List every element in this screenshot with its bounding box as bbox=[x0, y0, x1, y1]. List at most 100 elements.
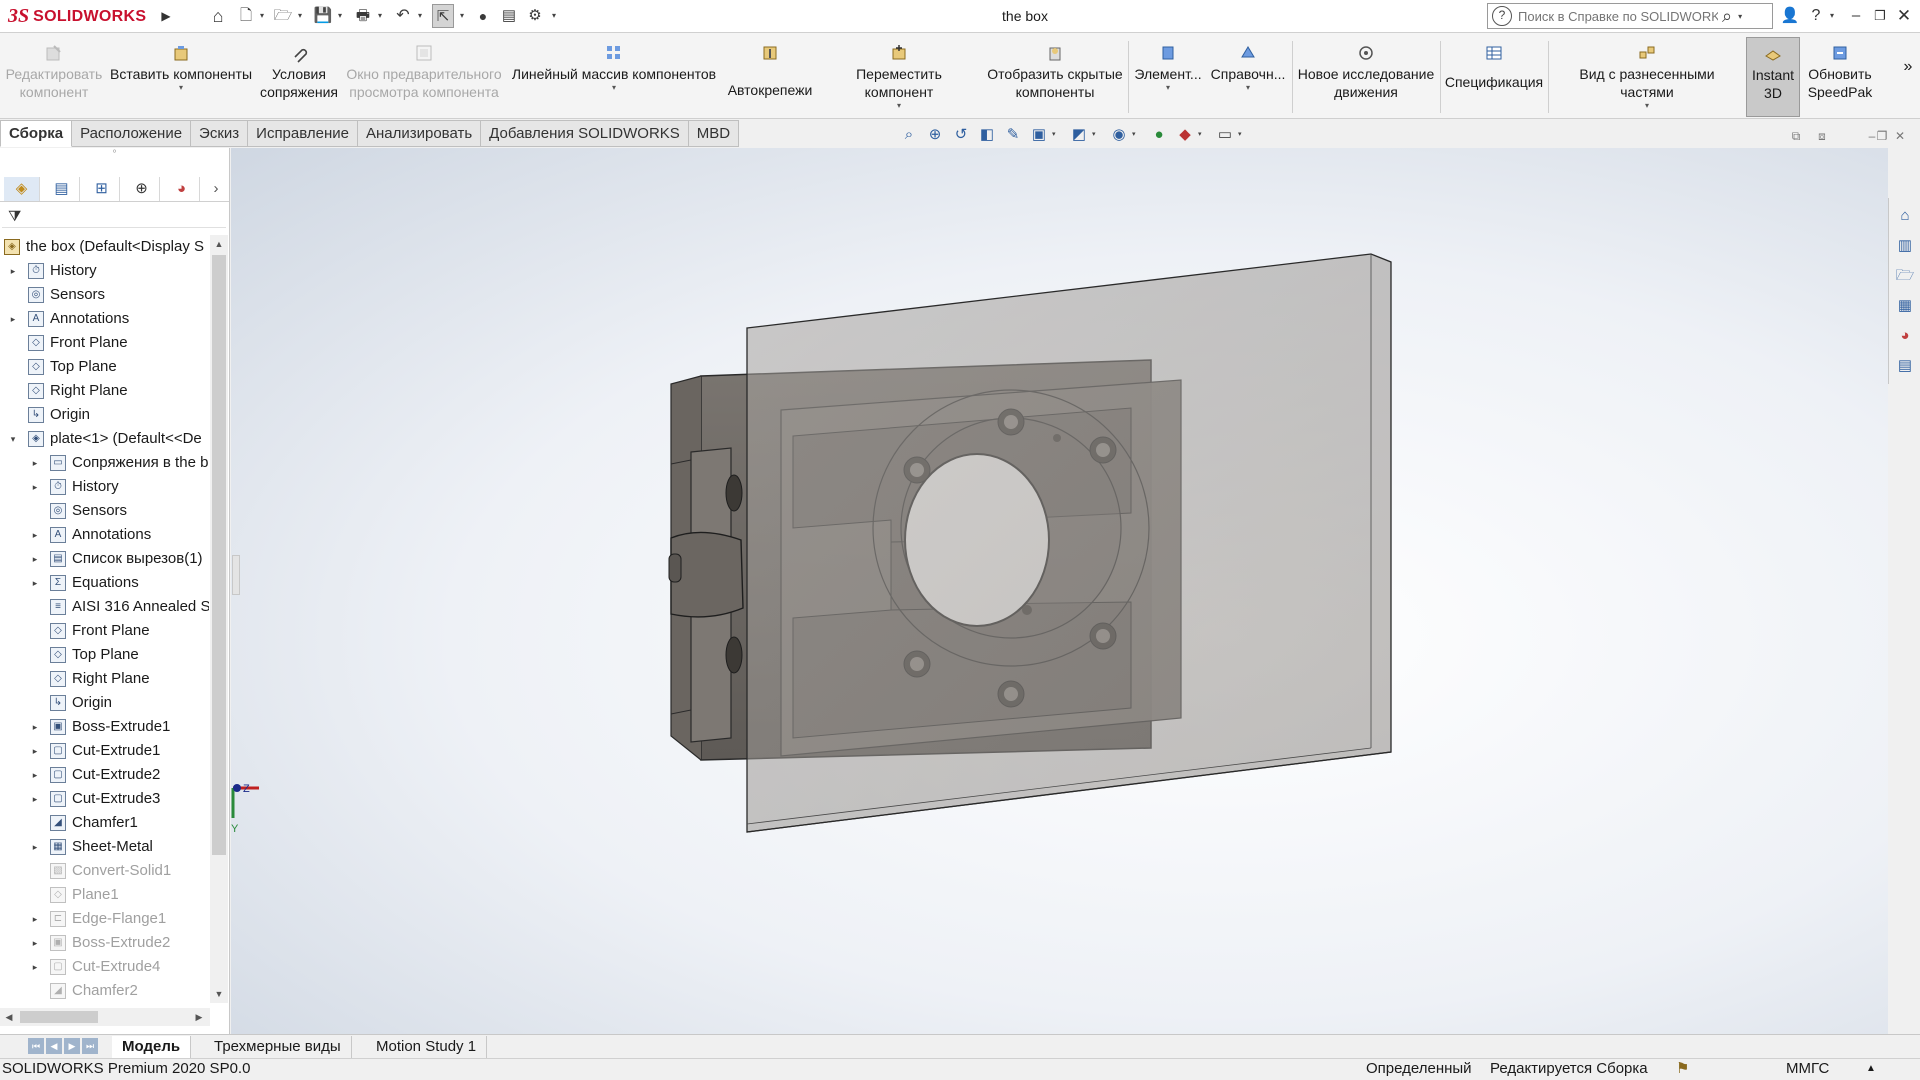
tree-node[interactable]: ◢ Chamfer2 bbox=[0, 979, 209, 1003]
dynamic-annotation-icon[interactable]: ✎ bbox=[1002, 124, 1024, 146]
panel-splitter-handle[interactable] bbox=[232, 555, 240, 595]
view-palette-icon[interactable]: ▦ bbox=[1895, 296, 1915, 316]
new-document-icon[interactable]: 🗋 bbox=[236, 4, 256, 28]
print-icon[interactable]: 🖶 bbox=[352, 4, 374, 28]
options-gear-icon[interactable]: ⚙ bbox=[524, 4, 546, 28]
help-search-box[interactable]: ? ⌕ ▾ bbox=[1487, 3, 1773, 29]
scroll-thumb[interactable] bbox=[212, 255, 226, 855]
view-orientation-dropdown-icon[interactable]: ▾ bbox=[1052, 124, 1060, 146]
previous-view-icon[interactable]: ↺ bbox=[950, 124, 972, 146]
tree-node[interactable]: ◎ Sensors bbox=[0, 499, 209, 523]
scroll-down-icon[interactable]: ▼ bbox=[210, 985, 228, 1003]
tree-horizontal-scrollbar[interactable]: ◀ ▶ bbox=[0, 1008, 210, 1026]
graphics-area[interactable]: X Y Z bbox=[197, 148, 1888, 1034]
tab-3d-views[interactable]: Трехмерные виды bbox=[204, 1036, 352, 1058]
component-preview-button[interactable]: Окно предварительного просмотра компонен… bbox=[344, 37, 504, 117]
expand-arrow-icon[interactable]: ▸ bbox=[30, 571, 40, 595]
print-dropdown-icon[interactable]: ▾ bbox=[376, 4, 384, 28]
design-library-icon[interactable]: ▥ bbox=[1895, 236, 1915, 256]
tree-node[interactable]: ▸ ▢ Cut-Extrude3 bbox=[0, 787, 209, 811]
expand-arrow-icon[interactable]: ▸ bbox=[30, 715, 40, 739]
undo-icon[interactable]: ↶ bbox=[392, 4, 414, 28]
exploded-view-dropdown-icon[interactable]: ▾ bbox=[1552, 101, 1742, 111]
expand-arrow-icon[interactable]: ▸ bbox=[30, 763, 40, 787]
collapse-arrow-icon[interactable]: ▾ bbox=[8, 427, 18, 451]
tab-solidworks-addins[interactable]: Добавления SOLIDWORKS bbox=[481, 120, 689, 147]
features-button[interactable]: Элемент... ▾ bbox=[1132, 37, 1204, 117]
tab-analyze[interactable]: Анализировать bbox=[357, 120, 482, 147]
section-view-icon[interactable]: ◧ bbox=[976, 124, 998, 146]
new-motion-study-button[interactable]: Новое исследование движения bbox=[1296, 37, 1436, 117]
view-settings-dropdown-icon[interactable]: ▾ bbox=[1238, 124, 1246, 146]
tree-node[interactable]: ▸ ▤ Список вырезов(1) bbox=[0, 547, 209, 571]
linear-pattern-dropdown-icon[interactable]: ▾ bbox=[508, 83, 720, 93]
tree-node[interactable]: ◇ Top Plane bbox=[0, 355, 209, 379]
expand-arrow-icon[interactable]: ▸ bbox=[30, 835, 40, 859]
expand-arrow-icon[interactable]: ▸ bbox=[30, 907, 40, 931]
tree-node[interactable]: ◢ Chamfer1 bbox=[0, 811, 209, 835]
tab-evaluate-fix[interactable]: Исправление bbox=[248, 120, 358, 147]
bill-of-materials-button[interactable]: Спецификация bbox=[1444, 37, 1544, 117]
tab-assembly[interactable]: Сборка bbox=[0, 120, 73, 147]
dimxpertmanager-tab[interactable]: ⊕ bbox=[124, 177, 160, 201]
tree-node[interactable]: ≡ AISI 316 Annealed St bbox=[0, 595, 209, 619]
manager-tabs-overflow-icon[interactable]: › bbox=[204, 177, 228, 201]
custom-properties-icon[interactable]: ▤ bbox=[1895, 356, 1915, 376]
expand-arrow-icon[interactable]: ▸ bbox=[30, 931, 40, 955]
tree-vertical-scrollbar[interactable]: ▲ ▼ bbox=[210, 235, 228, 1003]
tree-node[interactable]: ↳ Origin bbox=[0, 691, 209, 715]
tree-node[interactable]: ◇ Right Plane bbox=[0, 667, 209, 691]
tab-mbd[interactable]: MBD bbox=[688, 120, 740, 147]
tab-sketch[interactable]: Эскиз bbox=[191, 120, 249, 147]
tree-root-assembly[interactable]: ◈ the box (Default<Display S bbox=[0, 235, 209, 259]
tree-node[interactable]: ▸ ⊏ Edge-Flange1 bbox=[0, 907, 209, 931]
tree-node[interactable]: ▾ ◈ plate<1> (Default<<De bbox=[0, 427, 209, 451]
displaymanager-tab[interactable]: ◕ bbox=[164, 177, 200, 201]
tree-node[interactable]: ▸ ▢ Cut-Extrude1 bbox=[0, 739, 209, 763]
solidworks-resources-icon[interactable]: ⌂ bbox=[1895, 206, 1915, 226]
smart-fasteners-button[interactable]: Автокрепежи bbox=[722, 37, 818, 117]
viewport-close-icon[interactable]: ✕ bbox=[1890, 126, 1910, 146]
panel-grip-handle[interactable]: ° bbox=[0, 148, 229, 162]
viewport-tile-icon[interactable]: ⧈ bbox=[1812, 126, 1832, 146]
new-dropdown-icon[interactable]: ▾ bbox=[258, 4, 266, 28]
zoom-to-fit-icon[interactable]: ⌕ bbox=[898, 124, 920, 146]
tree-node[interactable]: ◇ Right Plane bbox=[0, 379, 209, 403]
select-dropdown-icon[interactable]: ▾ bbox=[458, 4, 466, 28]
minimize-icon[interactable]: – bbox=[1844, 4, 1868, 28]
close-icon[interactable]: ✕ bbox=[1892, 4, 1916, 28]
propertymanager-tab[interactable]: ▤ bbox=[44, 177, 80, 201]
tree-node[interactable]: ▸ Σ Equations bbox=[0, 571, 209, 595]
appearances-scenes-icon[interactable]: ◕ bbox=[1895, 326, 1915, 346]
tab-layout[interactable]: Расположение bbox=[72, 120, 192, 147]
next-tab-nav-icon[interactable]: ▶ bbox=[64, 1038, 80, 1054]
exploded-view-button[interactable]: Вид с разнесенными частями ▾ bbox=[1552, 37, 1742, 117]
configurationmanager-tab[interactable]: ⊞ bbox=[84, 177, 120, 201]
expand-arrow-icon[interactable]: ▸ bbox=[30, 547, 40, 571]
viewport-maximize-icon[interactable]: ❐ bbox=[1872, 126, 1892, 146]
tree-node[interactable]: ▸ ▦ Sheet-Metal bbox=[0, 835, 209, 859]
viewport-restore-icon[interactable]: ⧉ bbox=[1786, 126, 1806, 146]
tree-node[interactable]: ◎ Sensors bbox=[0, 283, 209, 307]
expand-arrow-icon[interactable]: ▸ bbox=[30, 955, 40, 979]
prev-tab-nav-icon[interactable]: ◀ bbox=[46, 1038, 62, 1054]
scroll-left-icon[interactable]: ◀ bbox=[0, 1008, 18, 1026]
featuremanager-tree-tab[interactable]: ◈ bbox=[4, 177, 40, 201]
tab-model[interactable]: Модель bbox=[112, 1036, 192, 1058]
undo-dropdown-icon[interactable]: ▾ bbox=[416, 4, 424, 28]
open-icon[interactable]: 🗁 bbox=[272, 4, 294, 28]
tree-node[interactable]: ▸ ⏱ History bbox=[0, 475, 209, 499]
ribbon-overflow-icon[interactable]: » bbox=[1898, 37, 1918, 117]
reference-dropdown-icon[interactable]: ▾ bbox=[1208, 83, 1288, 93]
update-speedpak-button[interactable]: Обновить SpeedPak bbox=[1804, 37, 1876, 117]
tree-node[interactable]: ↳ Origin bbox=[0, 403, 209, 427]
file-properties-icon[interactable]: ▤ bbox=[498, 4, 520, 28]
display-style-dropdown-icon[interactable]: ▾ bbox=[1092, 124, 1100, 146]
tree-node[interactable]: ▸ A Annotations bbox=[0, 523, 209, 547]
mates-button[interactable]: Условия сопряжения bbox=[256, 37, 342, 117]
tree-node[interactable]: ◇ Plane1 bbox=[0, 883, 209, 907]
rebuild-icon[interactable]: ⚑ bbox=[1676, 1059, 1689, 1079]
help-menu-icon[interactable]: ? bbox=[1804, 4, 1828, 28]
edit-component-button[interactable]: Редактировать компонент bbox=[2, 37, 106, 117]
show-hidden-components-button[interactable]: Отобразить скрытые компоненты bbox=[986, 37, 1124, 117]
